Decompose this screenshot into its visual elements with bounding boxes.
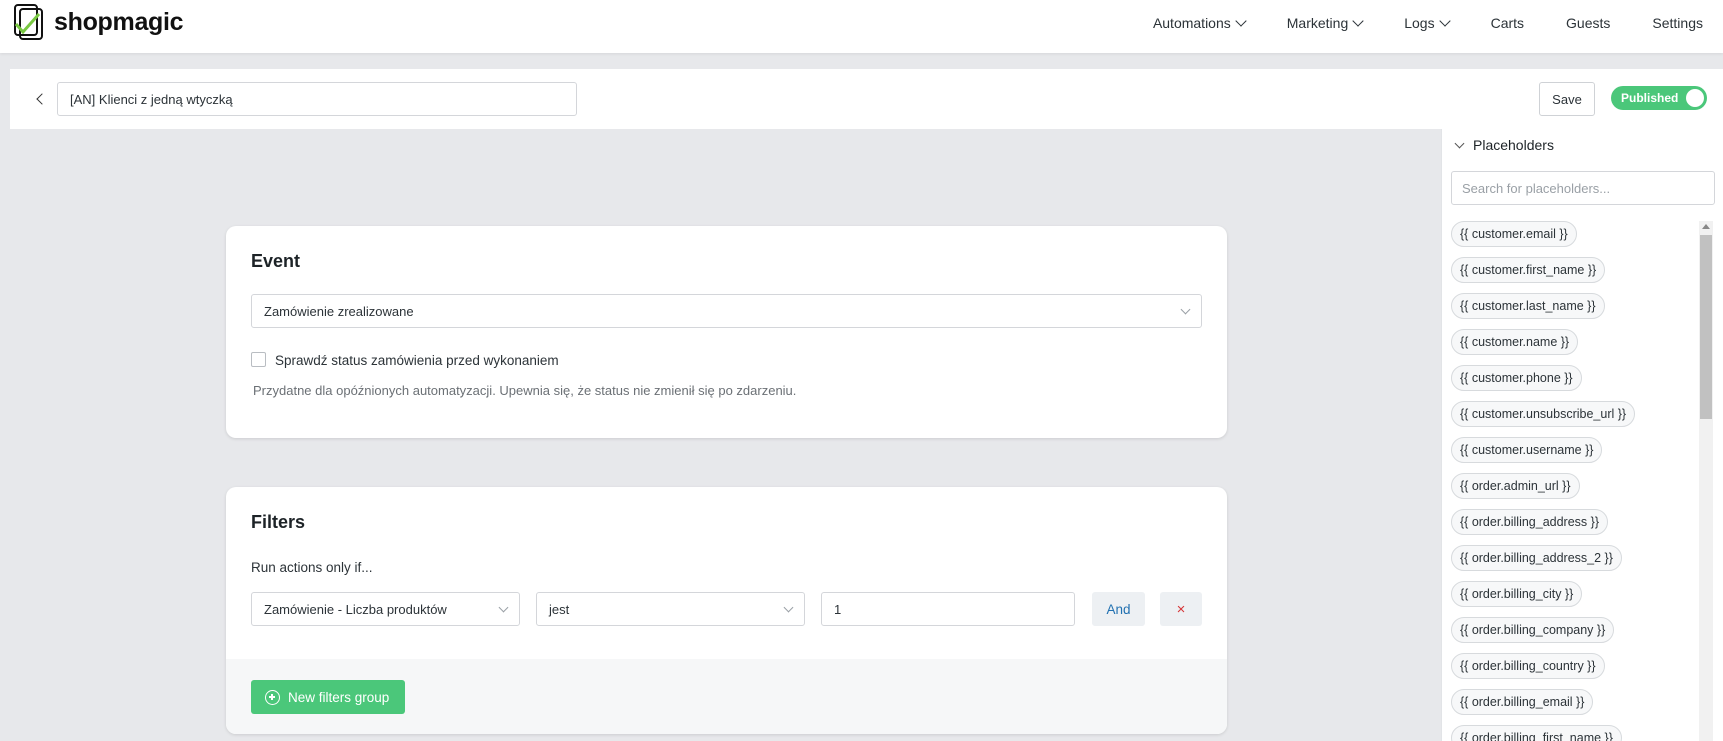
check-status-label: Sprawdź status zamówienia przed wykonani… — [275, 353, 559, 368]
placeholder-tag[interactable]: {{ order.billing_email }} — [1451, 689, 1594, 715]
nav-marketing[interactable]: Marketing — [1286, 15, 1364, 31]
placeholder-tag[interactable]: {{ customer.first_name }} — [1451, 257, 1606, 283]
logo[interactable]: shopmagic — [12, 2, 184, 42]
scrollbar-thumb[interactable] — [1700, 235, 1712, 419]
nav-item-label: Settings — [1652, 15, 1703, 31]
top-navbar: shopmagic Automations Marketing Logs Car… — [0, 0, 1723, 53]
new-filters-group-button[interactable]: New filters group — [251, 680, 406, 714]
filters-card-title: Filters — [251, 512, 306, 532]
placeholder-scrollbar[interactable] — [1699, 221, 1713, 741]
placeholder-tag[interactable]: {{ order.admin_url }} — [1451, 473, 1580, 499]
filters-card: Filters Run actions only if... Zamówieni… — [226, 487, 1227, 734]
nav-logs[interactable]: Logs — [1404, 15, 1451, 31]
chevron-down-icon — [1180, 304, 1191, 315]
placeholder-tag[interactable]: {{ customer.name }} — [1451, 329, 1579, 355]
nav-item-label: Automations — [1152, 15, 1231, 31]
event-select[interactable]: Zamówienie zrealizowane — [251, 294, 1202, 328]
nav-item-label: Guests — [1566, 15, 1611, 31]
nav-carts[interactable]: Carts — [1491, 15, 1524, 31]
event-card-title: Event — [251, 251, 301, 271]
filter-operator-value: jest — [549, 601, 570, 617]
nav-settings[interactable]: Settings — [1652, 15, 1703, 31]
placeholder-tag[interactable]: {{ order.billing_city }} — [1451, 581, 1583, 607]
back-arrow-icon[interactable] — [30, 89, 50, 109]
placeholders-title: Placeholders — [1473, 137, 1554, 153]
placeholder-tag[interactable]: {{ customer.username }} — [1451, 437, 1603, 463]
chevron-down-icon — [1235, 15, 1247, 27]
event-card: Event Zamówienie zrealizowane Sprawdź st… — [226, 226, 1227, 438]
and-button[interactable]: And — [1092, 592, 1145, 626]
check-status-hint: Przydatne dla opóźnionych automatyzacji.… — [253, 383, 797, 398]
chevron-down-icon — [1438, 15, 1451, 27]
automation-header: Save Published — [10, 69, 1723, 129]
chevron-down-icon — [783, 602, 794, 613]
placeholder-tag[interactable]: {{ customer.unsubscribe_url }} — [1451, 401, 1636, 427]
filter-field-value: Zamówienie - Liczba produktów — [264, 601, 447, 617]
filter-field-select[interactable]: Zamówienie - Liczba produktów — [251, 592, 520, 626]
chevron-down-icon — [1352, 15, 1364, 27]
nav-item-label: Carts — [1490, 15, 1525, 31]
placeholder-search-input[interactable] — [1451, 171, 1715, 205]
new-filters-group-label: New filters group — [288, 689, 390, 705]
automation-title-input[interactable] — [57, 82, 577, 116]
main-nav: Automations Marketing Logs Carts Guests … — [1153, 0, 1703, 46]
app-name: shopmagic — [54, 7, 184, 36]
published-toggle[interactable]: Published — [1611, 86, 1707, 110]
nav-automations[interactable]: Automations — [1152, 15, 1247, 31]
placeholder-tag[interactable]: {{ order.billing_address }} — [1451, 509, 1608, 535]
chevron-down-icon — [498, 602, 509, 613]
save-button[interactable]: Save — [1539, 82, 1595, 116]
placeholders-sidebar: Placeholders {{ customer.email }} {{ cus… — [1441, 129, 1723, 741]
placeholder-tag[interactable]: {{ order.billing_company }} — [1451, 617, 1615, 643]
placeholder-tag[interactable]: {{ customer.email }} — [1451, 221, 1577, 247]
event-select-value: Zamówienie zrealizowane — [264, 303, 414, 319]
placeholders-toggle[interactable]: Placeholders — [1454, 137, 1554, 153]
filter-value-input[interactable] — [821, 592, 1075, 626]
placeholder-tag[interactable]: {{ customer.phone }} — [1451, 365, 1582, 391]
toggle-knob — [1686, 89, 1704, 107]
placeholder-tag[interactable]: {{ customer.last_name }} — [1451, 293, 1605, 319]
check-status-checkbox[interactable] — [251, 352, 266, 367]
filter-operator-select[interactable]: jest — [536, 592, 805, 626]
nav-guests[interactable]: Guests — [1566, 15, 1610, 31]
shopmagic-logo-icon — [14, 4, 43, 40]
scroll-up-arrow-icon[interactable] — [1702, 224, 1710, 229]
chevron-down-icon — [1454, 138, 1465, 148]
nav-item-label: Logs — [1404, 15, 1435, 31]
placeholder-tag[interactable]: {{ order.billing_address_2 }} — [1451, 545, 1622, 571]
filters-footer: New filters group — [226, 659, 1227, 734]
plus-circle-icon — [265, 689, 280, 705]
run-actions-label: Run actions only if... — [251, 560, 373, 575]
published-toggle-label: Published — [1621, 91, 1679, 105]
nav-item-label: Marketing — [1286, 15, 1349, 31]
placeholder-tag[interactable]: {{ order.billing_country }} — [1451, 653, 1605, 679]
remove-filter-button[interactable]: × — [1160, 592, 1202, 626]
placeholder-tag[interactable]: {{ order.billing_first_name }} — [1451, 725, 1622, 741]
